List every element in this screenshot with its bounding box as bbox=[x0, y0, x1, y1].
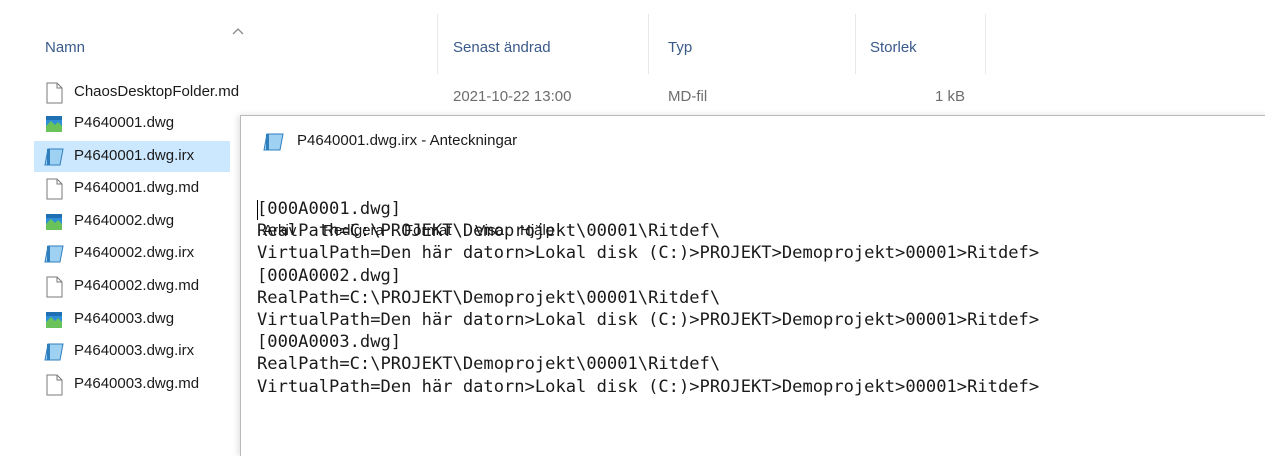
dwg-icon bbox=[46, 213, 62, 230]
file-name: P4640003.dwg.irx bbox=[74, 342, 195, 360]
text-line: RealPath=C:\PROJEKT\Demoprojekt\00001\Ri… bbox=[257, 221, 721, 242]
notepad-window[interactable]: P4640001.dwg.irx - Anteckningar Arkiv Re… bbox=[240, 115, 1265, 456]
text-line: VirtualPath=Den här datorn>Lokal disk (C… bbox=[257, 243, 1040, 264]
notepad-file-icon bbox=[44, 148, 64, 166]
text-line: VirtualPath=Den här datorn>Lokal disk (C… bbox=[257, 376, 1040, 397]
file-name: P4640003.dwg.md bbox=[74, 374, 200, 392]
text-line: [000A0001.dwg] bbox=[257, 199, 402, 219]
blank-file-icon bbox=[46, 374, 63, 396]
column-header-name[interactable]: Namn bbox=[45, 28, 85, 68]
text-line: RealPath=C:\PROJEKT\Demoprojekt\00001\Ri… bbox=[257, 287, 721, 308]
file-type: MD-fil bbox=[668, 88, 708, 105]
text-line: VirtualPath=Den här datorn>Lokal disk (C… bbox=[257, 310, 1040, 331]
file-size: 1 kB bbox=[935, 88, 966, 105]
file-name: P4640001.dwg.md bbox=[74, 179, 200, 197]
file-row[interactable]: P4640001.dwg.irx bbox=[34, 140, 230, 172]
notepad-file-icon bbox=[44, 343, 64, 361]
notepad-titlebar[interactable]: P4640001.dwg.irx - Anteckningar bbox=[241, 116, 1265, 166]
file-name: P4640001.dwg bbox=[74, 114, 175, 131]
column-header-size[interactable]: Storlek bbox=[870, 28, 917, 68]
text-line: RealPath=C:\PROJEKT\Demoprojekt\00001\Ri… bbox=[257, 354, 721, 375]
notepad-menubar: Arkiv Redigera Format Visa Hjälp bbox=[241, 168, 1265, 239]
column-divider[interactable] bbox=[437, 14, 438, 74]
blank-file-icon bbox=[46, 178, 63, 200]
sort-ascending-icon[interactable] bbox=[231, 26, 245, 36]
file-name: P4640001.dwg.irx bbox=[74, 146, 195, 164]
notepad-file-icon bbox=[44, 245, 64, 263]
file-name: P4640002.dwg bbox=[74, 211, 175, 229]
dwg-icon bbox=[46, 116, 62, 132]
column-divider[interactable] bbox=[985, 14, 986, 74]
column-header-type[interactable]: Typ bbox=[668, 28, 692, 68]
column-divider[interactable] bbox=[648, 14, 649, 74]
column-divider[interactable] bbox=[855, 14, 856, 74]
notepad-icon bbox=[263, 133, 284, 151]
blank-file-icon bbox=[46, 82, 63, 104]
notepad-title: P4640001.dwg.irx - Anteckningar bbox=[297, 132, 518, 149]
file-name: P4640002.dwg.irx bbox=[74, 244, 195, 262]
column-header-modified[interactable]: Senast ändrad bbox=[453, 28, 551, 68]
file-modified: 2021-10-22 13:00 bbox=[453, 88, 572, 105]
file-name: ChaosDesktopFolder.md bbox=[74, 83, 240, 100]
file-row[interactable]: ChaosDesktopFolder.md bbox=[34, 77, 474, 108]
file-name: P4640003.dwg bbox=[74, 309, 175, 327]
text-line: [000A0003.dwg] bbox=[257, 332, 402, 353]
notepad-text-area[interactable]: [000A0001.dwg] RealPath=C:\PROJEKT\Demopr… bbox=[257, 198, 1039, 398]
file-name: P4640002.dwg.md bbox=[74, 277, 200, 294]
text-line: [000A0002.dwg] bbox=[257, 265, 402, 286]
dwg-icon bbox=[46, 311, 62, 328]
blank-file-icon bbox=[46, 276, 63, 298]
